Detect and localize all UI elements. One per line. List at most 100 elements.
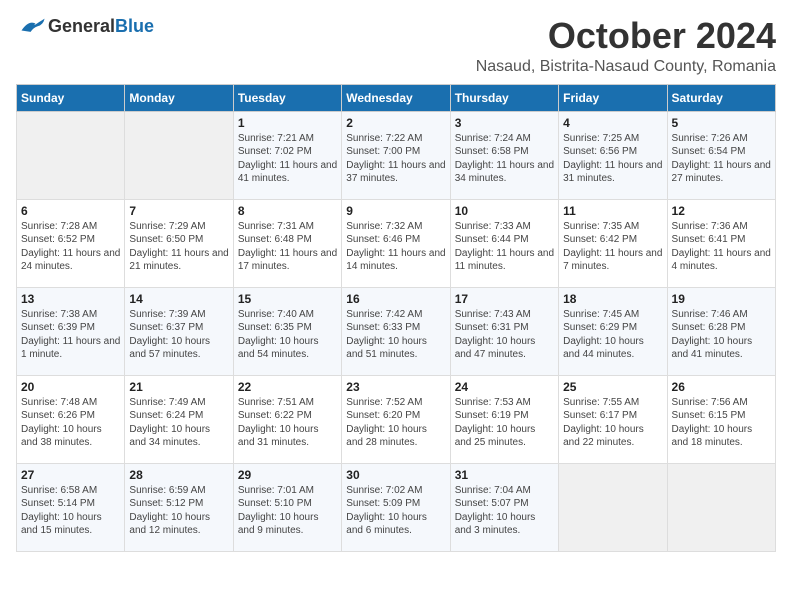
calendar-cell: 29 Sunrise: 7:01 AMSunset: 5:10 PMDayligh… xyxy=(233,463,341,551)
calendar-cell: 24 Sunrise: 7:53 AMSunset: 6:19 PMDayligh… xyxy=(450,375,558,463)
day-number: 9 xyxy=(346,204,445,218)
day-info: Sunrise: 7:28 AMSunset: 6:52 PMDaylight:… xyxy=(21,220,120,274)
header-day-wednesday: Wednesday xyxy=(342,84,450,111)
calendar-cell: 8Sunrise: 7:31 AMSunset: 6:48 PMDaylight… xyxy=(233,199,341,287)
calendar-cell: 28 Sunrise: 6:59 AMSunset: 5:12 PMDayligh… xyxy=(125,463,233,551)
day-number: 6 xyxy=(21,204,120,218)
calendar-cell: 21 Sunrise: 7:49 AMSunset: 6:24 PMDayligh… xyxy=(125,375,233,463)
calendar-cell xyxy=(125,111,233,199)
day-number: 18 xyxy=(563,292,662,306)
day-info: Sunrise: 7:56 AMSunset: 6:15 PMDaylight:… xyxy=(672,396,771,450)
logo-icon xyxy=(18,16,46,38)
day-info: Sunrise: 7:49 AMSunset: 6:24 PMDaylight:… xyxy=(129,396,228,450)
day-info: Sunrise: 7:53 AMSunset: 6:19 PMDaylight:… xyxy=(455,396,554,450)
day-number: 3 xyxy=(455,116,554,130)
calendar-cell: 16 Sunrise: 7:42 AMSunset: 6:33 PMDayligh… xyxy=(342,287,450,375)
header-day-saturday: Saturday xyxy=(667,84,775,111)
header-day-friday: Friday xyxy=(559,84,667,111)
week-row-4: 20 Sunrise: 7:48 AMSunset: 6:26 PMDayligh… xyxy=(17,375,776,463)
day-info: Sunrise: 7:21 AMSunset: 7:02 PMDaylight:… xyxy=(238,132,337,186)
calendar-cell: 13Sunrise: 7:38 AMSunset: 6:39 PMDayligh… xyxy=(17,287,125,375)
day-number: 24 xyxy=(455,380,554,394)
header-day-thursday: Thursday xyxy=(450,84,558,111)
day-info: Sunrise: 7:55 AMSunset: 6:17 PMDaylight:… xyxy=(563,396,662,450)
day-number: 31 xyxy=(455,468,554,482)
day-info: Sunrise: 7:04 AMSunset: 5:07 PMDaylight:… xyxy=(455,484,554,538)
calendar-cell: 31 Sunrise: 7:04 AMSunset: 5:07 PMDayligh… xyxy=(450,463,558,551)
day-number: 27 xyxy=(21,468,120,482)
day-number: 2 xyxy=(346,116,445,130)
day-info: Sunrise: 7:02 AMSunset: 5:09 PMDaylight:… xyxy=(346,484,445,538)
day-number: 20 xyxy=(21,380,120,394)
calendar-cell: 26 Sunrise: 7:56 AMSunset: 6:15 PMDayligh… xyxy=(667,375,775,463)
calendar-cell: 20 Sunrise: 7:48 AMSunset: 6:26 PMDayligh… xyxy=(17,375,125,463)
day-info: Sunrise: 7:29 AMSunset: 6:50 PMDaylight:… xyxy=(129,220,228,274)
calendar-cell: 25 Sunrise: 7:55 AMSunset: 6:17 PMDayligh… xyxy=(559,375,667,463)
calendar-cell: 22 Sunrise: 7:51 AMSunset: 6:22 PMDayligh… xyxy=(233,375,341,463)
day-number: 11 xyxy=(563,204,662,218)
day-number: 15 xyxy=(238,292,337,306)
calendar-cell: 7Sunrise: 7:29 AMSunset: 6:50 PMDaylight… xyxy=(125,199,233,287)
day-info: Sunrise: 7:33 AMSunset: 6:44 PMDaylight:… xyxy=(455,220,554,274)
day-info: Sunrise: 7:26 AMSunset: 6:54 PMDaylight:… xyxy=(672,132,771,186)
calendar-cell: 9 Sunrise: 7:32 AMSunset: 6:46 PMDaylight… xyxy=(342,199,450,287)
day-info: Sunrise: 6:58 AMSunset: 5:14 PMDaylight:… xyxy=(21,484,120,538)
logo: GeneralBlue xyxy=(16,16,154,38)
calendar-cell: 4 Sunrise: 7:25 AMSunset: 6:56 PMDaylight… xyxy=(559,111,667,199)
day-number: 10 xyxy=(455,204,554,218)
day-number: 23 xyxy=(346,380,445,394)
day-info: Sunrise: 7:36 AMSunset: 6:41 PMDaylight:… xyxy=(672,220,771,274)
day-number: 29 xyxy=(238,468,337,482)
header-row: SundayMondayTuesdayWednesdayThursdayFrid… xyxy=(17,84,776,111)
week-row-5: 27 Sunrise: 6:58 AMSunset: 5:14 PMDayligh… xyxy=(17,463,776,551)
calendar-cell: 17Sunrise: 7:43 AMSunset: 6:31 PMDayligh… xyxy=(450,287,558,375)
week-row-3: 13Sunrise: 7:38 AMSunset: 6:39 PMDayligh… xyxy=(17,287,776,375)
calendar-table: SundayMondayTuesdayWednesdayThursdayFrid… xyxy=(16,84,776,552)
day-info: Sunrise: 6:59 AMSunset: 5:12 PMDaylight:… xyxy=(129,484,228,538)
day-number: 13 xyxy=(21,292,120,306)
day-info: Sunrise: 7:48 AMSunset: 6:26 PMDaylight:… xyxy=(21,396,120,450)
calendar-cell: 2Sunrise: 7:22 AMSunset: 7:00 PMDaylight… xyxy=(342,111,450,199)
day-info: Sunrise: 7:35 AMSunset: 6:42 PMDaylight:… xyxy=(563,220,662,274)
calendar-cell: 3 Sunrise: 7:24 AMSunset: 6:58 PMDaylight… xyxy=(450,111,558,199)
title-section: October 2024 Nasaud, Bistrita-Nasaud Cou… xyxy=(476,16,776,76)
day-info: Sunrise: 7:52 AMSunset: 6:20 PMDaylight:… xyxy=(346,396,445,450)
calendar-cell: 5 Sunrise: 7:26 AMSunset: 6:54 PMDaylight… xyxy=(667,111,775,199)
day-info: Sunrise: 7:40 AMSunset: 6:35 PMDaylight:… xyxy=(238,308,337,362)
day-info: Sunrise: 7:32 AMSunset: 6:46 PMDaylight:… xyxy=(346,220,445,274)
day-number: 4 xyxy=(563,116,662,130)
day-number: 28 xyxy=(129,468,228,482)
day-number: 16 xyxy=(346,292,445,306)
day-number: 22 xyxy=(238,380,337,394)
day-info: Sunrise: 7:45 AMSunset: 6:29 PMDaylight:… xyxy=(563,308,662,362)
day-number: 25 xyxy=(563,380,662,394)
calendar-cell xyxy=(667,463,775,551)
day-number: 26 xyxy=(672,380,771,394)
calendar-cell: 14Sunrise: 7:39 AMSunset: 6:37 PMDayligh… xyxy=(125,287,233,375)
calendar-cell: 27 Sunrise: 6:58 AMSunset: 5:14 PMDayligh… xyxy=(17,463,125,551)
day-info: Sunrise: 7:25 AMSunset: 6:56 PMDaylight:… xyxy=(563,132,662,186)
calendar-cell: 10 Sunrise: 7:33 AMSunset: 6:44 PMDayligh… xyxy=(450,199,558,287)
day-number: 19 xyxy=(672,292,771,306)
day-info: Sunrise: 7:01 AMSunset: 5:10 PMDaylight:… xyxy=(238,484,337,538)
calendar-cell: 15 Sunrise: 7:40 AMSunset: 6:35 PMDayligh… xyxy=(233,287,341,375)
day-number: 21 xyxy=(129,380,228,394)
day-number: 5 xyxy=(672,116,771,130)
day-info: Sunrise: 7:24 AMSunset: 6:58 PMDaylight:… xyxy=(455,132,554,186)
day-info: Sunrise: 7:46 AMSunset: 6:28 PMDaylight:… xyxy=(672,308,771,362)
calendar-cell: 11 Sunrise: 7:35 AMSunset: 6:42 PMDayligh… xyxy=(559,199,667,287)
logo-general: General xyxy=(48,16,115,36)
page-header: GeneralBlue October 2024 Nasaud, Bistrit… xyxy=(16,16,776,76)
logo-blue: Blue xyxy=(115,16,154,36)
day-number: 12 xyxy=(672,204,771,218)
calendar-cell xyxy=(559,463,667,551)
location-title: Nasaud, Bistrita-Nasaud County, Romania xyxy=(476,58,776,76)
calendar-cell: 12 Sunrise: 7:36 AMSunset: 6:41 PMDayligh… xyxy=(667,199,775,287)
day-info: Sunrise: 7:42 AMSunset: 6:33 PMDaylight:… xyxy=(346,308,445,362)
calendar-cell: 19 Sunrise: 7:46 AMSunset: 6:28 PMDayligh… xyxy=(667,287,775,375)
calendar-header: SundayMondayTuesdayWednesdayThursdayFrid… xyxy=(17,84,776,111)
day-number: 8 xyxy=(238,204,337,218)
day-info: Sunrise: 7:51 AMSunset: 6:22 PMDaylight:… xyxy=(238,396,337,450)
calendar-cell xyxy=(17,111,125,199)
day-number: 30 xyxy=(346,468,445,482)
